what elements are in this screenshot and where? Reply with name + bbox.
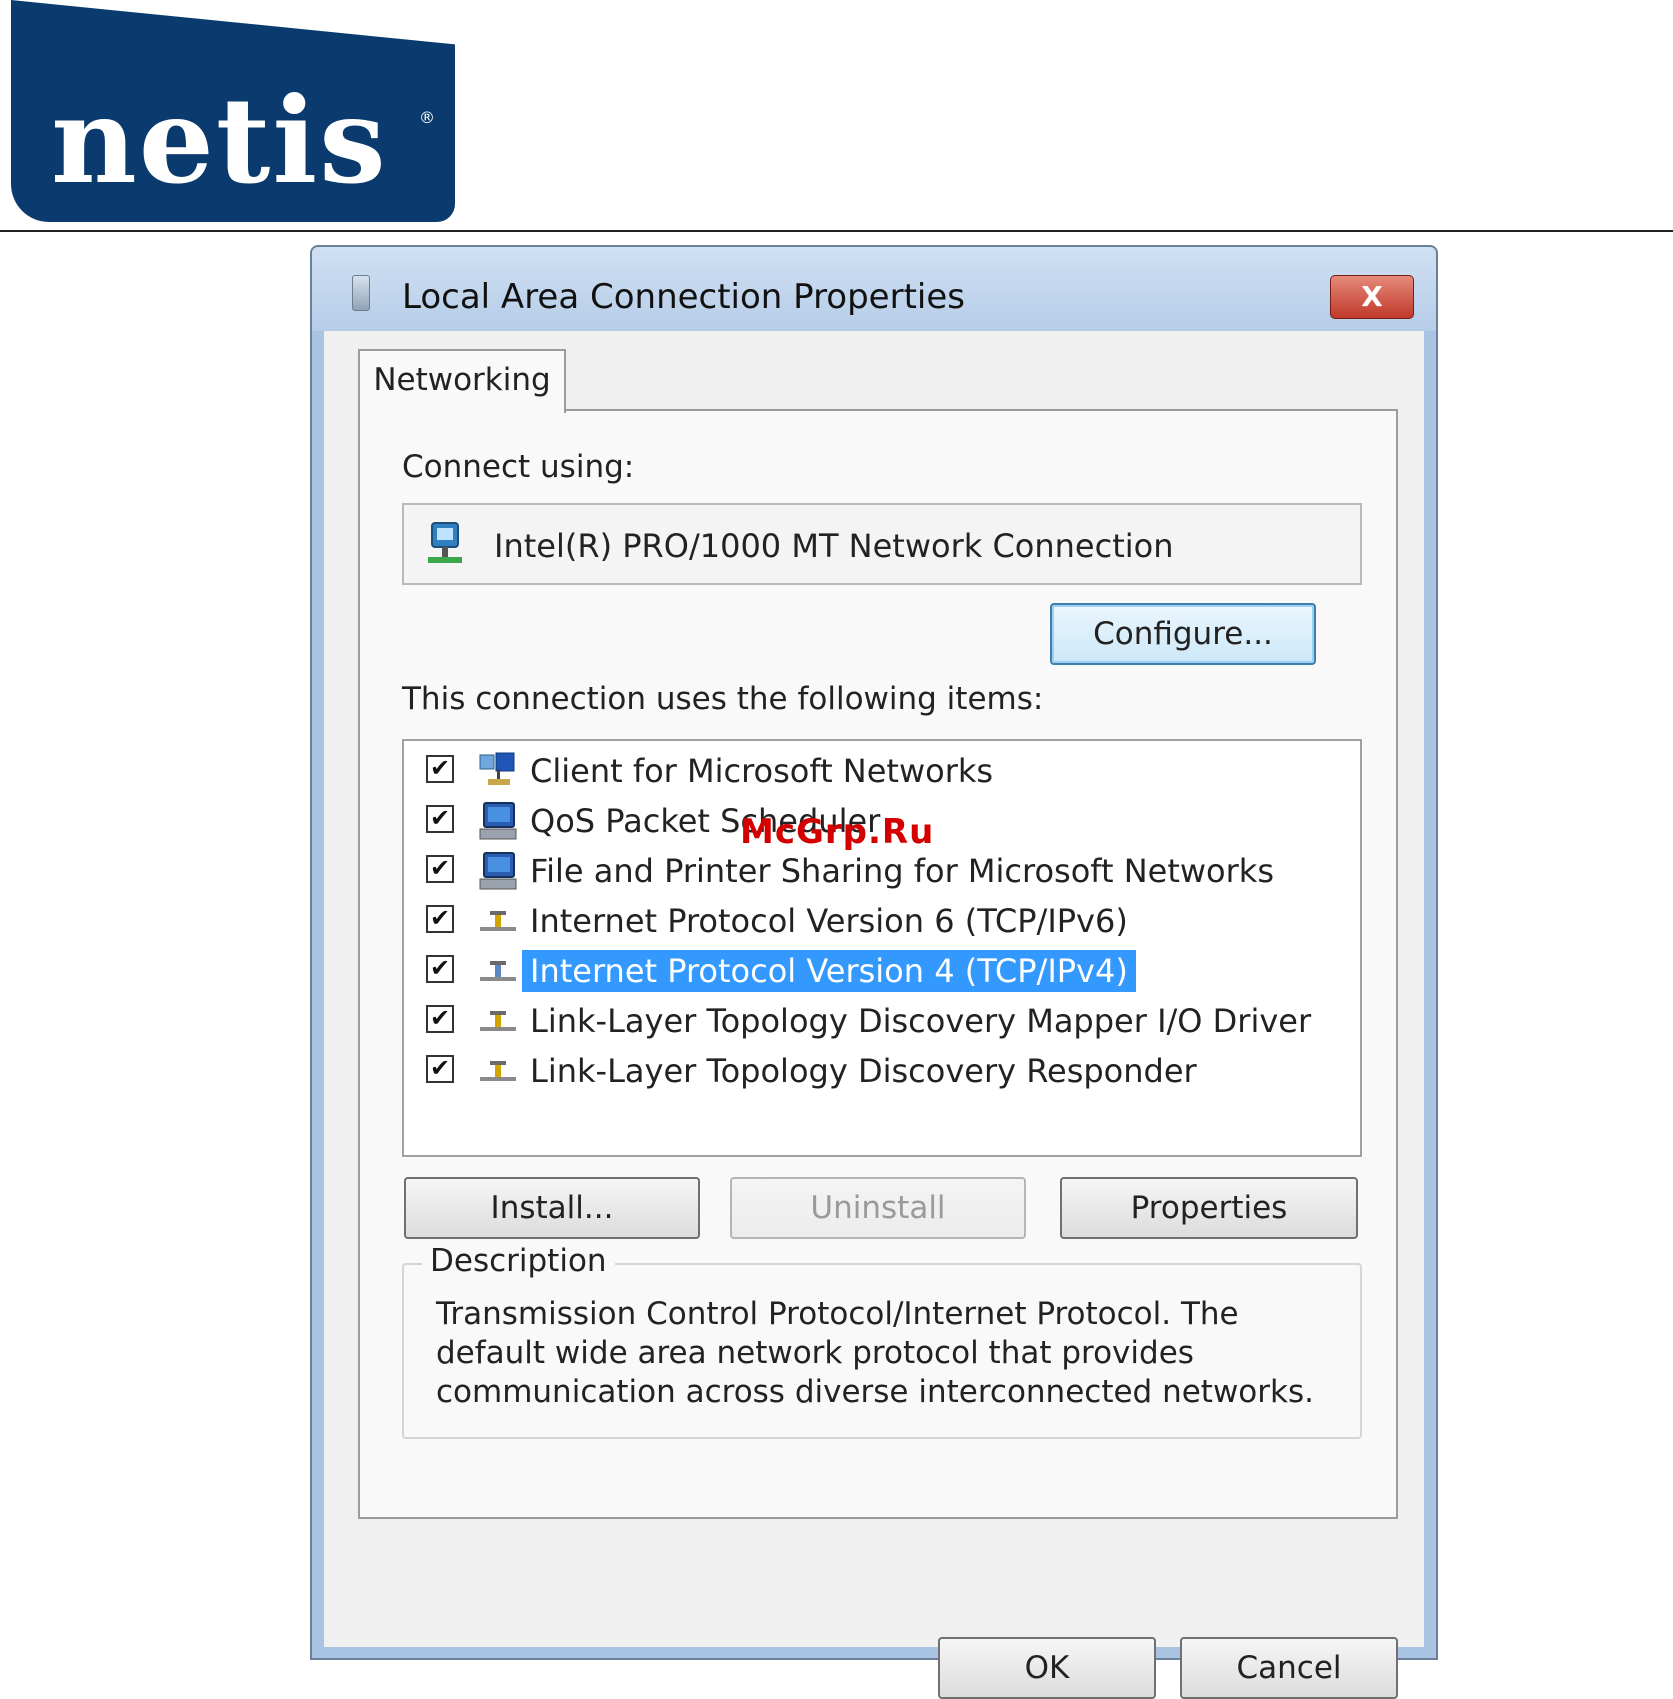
item-label: Link-Layer Topology Discovery Mapper I/O… bbox=[530, 1002, 1312, 1040]
networking-panel: Connect using: Intel(R) PRO/1000 MT Netw… bbox=[358, 409, 1398, 1519]
netis-logo: netis ® bbox=[11, 0, 455, 222]
item-label: Link-Layer Topology Discovery Responder bbox=[530, 1052, 1197, 1090]
protocol-icon bbox=[480, 1011, 516, 1031]
list-item[interactable]: ✔ Link-Layer Topology Discovery Responde… bbox=[404, 1047, 1354, 1095]
install-button[interactable]: Install... bbox=[404, 1177, 700, 1239]
dialog-client-area: Networking Connect using: Intel(R) PRO/1… bbox=[324, 331, 1424, 1699]
list-item[interactable]: ✔ Link-Layer Topology Discovery Mapper I… bbox=[404, 997, 1354, 1045]
computer-icon bbox=[479, 802, 517, 840]
tab-networking[interactable]: Networking bbox=[358, 349, 566, 413]
description-legend: Description bbox=[422, 1243, 615, 1279]
logo-wordmark: netis bbox=[51, 71, 388, 210]
item-label: Client for Microsoft Networks bbox=[530, 752, 994, 790]
protocol-icon bbox=[480, 911, 516, 931]
network-cable-icon bbox=[352, 275, 370, 311]
network-adapter-icon bbox=[428, 522, 462, 563]
item-checkbox[interactable]: ✔ bbox=[426, 805, 454, 833]
network-client-icon bbox=[479, 752, 515, 785]
description-text: Transmission Control Protocol/Internet P… bbox=[436, 1296, 1314, 1410]
ok-button[interactable]: OK bbox=[938, 1637, 1156, 1699]
configure-button[interactable]: Configure... bbox=[1050, 603, 1316, 665]
item-label: Internet Protocol Version 6 (TCP/IPv6) bbox=[530, 902, 1128, 940]
items-list[interactable]: ✔ Client for Microsoft Networks ✔ QoS Pa… bbox=[402, 739, 1362, 1157]
close-button[interactable]: X bbox=[1330, 275, 1414, 319]
header-divider bbox=[0, 230, 1673, 232]
item-checkbox[interactable]: ✔ bbox=[426, 755, 454, 783]
list-item[interactable]: ✔ File and Printer Sharing for Microsoft… bbox=[404, 847, 1354, 895]
connect-using-label: Connect using: bbox=[402, 449, 635, 485]
list-item[interactable]: ✔ Internet Protocol Version 6 (TCP/IPv6) bbox=[404, 897, 1354, 945]
item-checkbox[interactable]: ✔ bbox=[426, 905, 454, 933]
protocol-icon bbox=[480, 1061, 516, 1081]
adapter-name: Intel(R) PRO/1000 MT Network Connection bbox=[494, 527, 1174, 565]
list-item[interactable]: ✔ Client for Microsoft Networks bbox=[404, 747, 1354, 795]
watermark-text: McGrp.Ru bbox=[740, 812, 935, 852]
item-label: File and Printer Sharing for Microsoft N… bbox=[530, 852, 1274, 890]
protocol-icon bbox=[480, 961, 516, 981]
properties-button[interactable]: Properties bbox=[1060, 1177, 1358, 1239]
adapter-field: Intel(R) PRO/1000 MT Network Connection bbox=[402, 503, 1362, 585]
item-checkbox[interactable]: ✔ bbox=[426, 1055, 454, 1083]
computer-icon bbox=[479, 852, 517, 890]
registered-mark: ® bbox=[419, 108, 435, 127]
item-checkbox[interactable]: ✔ bbox=[426, 1005, 454, 1033]
item-label: Internet Protocol Version 4 (TCP/IPv4) bbox=[522, 950, 1136, 992]
item-checkbox[interactable]: ✔ bbox=[426, 855, 454, 883]
title-bar[interactable]: Local Area Connection Properties X bbox=[312, 247, 1436, 331]
cancel-button[interactable]: Cancel bbox=[1180, 1637, 1398, 1699]
properties-dialog: Local Area Connection Properties X Netwo… bbox=[310, 245, 1438, 1699]
description-group: Description Transmission Control Protoco… bbox=[402, 1243, 1362, 1439]
list-item-selected[interactable]: ✔ Internet Protocol Version 4 (TCP/IPv4) bbox=[404, 947, 1354, 995]
window-title: Local Area Connection Properties bbox=[402, 277, 965, 317]
uninstall-button[interactable]: Uninstall bbox=[730, 1177, 1026, 1239]
item-checkbox[interactable]: ✔ bbox=[426, 955, 454, 983]
items-label: This connection uses the following items… bbox=[402, 681, 1044, 717]
